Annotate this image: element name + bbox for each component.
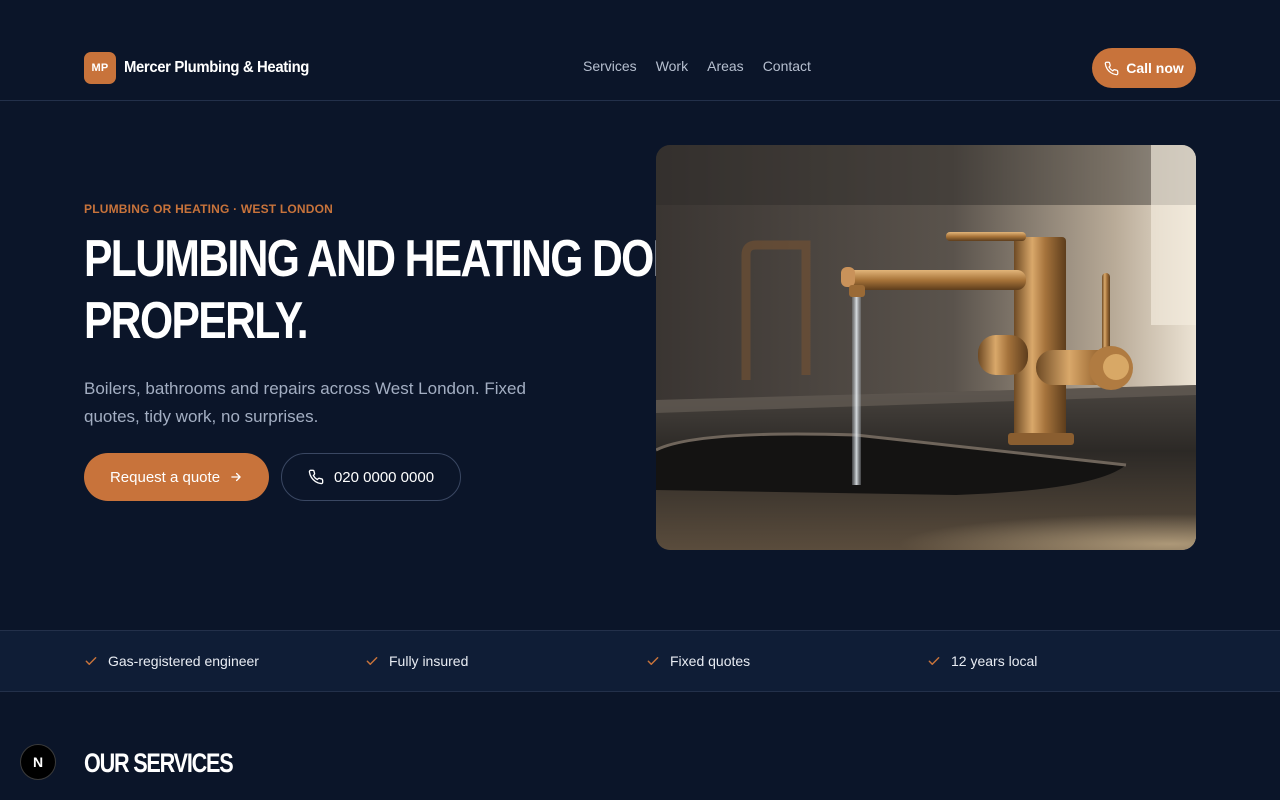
- phone-icon: [1104, 61, 1119, 75]
- nav-link-areas[interactable]: Areas: [707, 58, 744, 74]
- check-icon: [647, 657, 659, 665]
- phone-icon: [308, 469, 324, 485]
- trust-item: Gas-registered engineer: [84, 653, 259, 669]
- trust-item-label: Gas-registered engineer: [108, 653, 259, 669]
- phone-number-label: 020 0000 0000: [333, 468, 435, 486]
- request-quote-label: Request a quote: [109, 468, 221, 486]
- brand-name: Mercer Plumbing & Heating: [124, 59, 310, 76]
- hero-title: PLUMBING AND HEATING DONE PROPERLY.: [84, 228, 710, 352]
- nav-link-contact[interactable]: Contact: [763, 58, 811, 74]
- hero-subtitle: Boilers, bathrooms and repairs across We…: [84, 379, 526, 426]
- page: MP Mercer Plumbing & Heating Services Wo…: [0, 0, 1280, 800]
- arrow-right-icon: [231, 472, 241, 482]
- brand-logo[interactable]: MP Mercer Plumbing & Heating: [84, 52, 323, 84]
- trust-item: Fully insured: [365, 653, 468, 669]
- call-now-button[interactable]: Call now: [1092, 48, 1196, 88]
- call-now-label: Call now: [1126, 60, 1184, 76]
- site-header: MP Mercer Plumbing & Heating Services Wo…: [0, 0, 1280, 101]
- main-nav: Services Work Areas Contact: [583, 58, 830, 74]
- hero-title-line-2: PROPERLY.: [84, 292, 309, 350]
- trust-item-label: Fixed quotes: [670, 653, 751, 669]
- trust-item-label: 12 years local: [951, 653, 1038, 669]
- trust-item-label: Fully insured: [389, 653, 469, 669]
- tap-illustration: [656, 145, 1196, 550]
- hero-eyebrow: PLUMBING OR HEATING · WEST LONDON: [84, 202, 334, 216]
- services-heading: OUR SERVICES: [84, 748, 234, 778]
- check-icon: [366, 657, 378, 665]
- phone-number-button[interactable]: 020 0000 0000: [281, 453, 461, 501]
- trust-item: 12 years local: [927, 653, 1037, 669]
- hero-title-line-1: PLUMBING AND HEATING DONE: [84, 230, 710, 288]
- check-icon: [928, 657, 940, 665]
- nav-link-services[interactable]: Services: [583, 58, 637, 74]
- check-icon: [85, 657, 97, 665]
- trust-bar: Gas-registered engineer Fully insured Fi…: [0, 630, 1280, 692]
- dev-tools-badge[interactable]: N: [20, 744, 56, 780]
- nav-link-work[interactable]: Work: [656, 58, 688, 74]
- request-quote-button[interactable]: Request a quote: [84, 453, 269, 501]
- trust-item: Fixed quotes: [646, 653, 750, 669]
- hero-tap-photo: [656, 145, 1196, 550]
- brand-badge: MP: [84, 52, 116, 84]
